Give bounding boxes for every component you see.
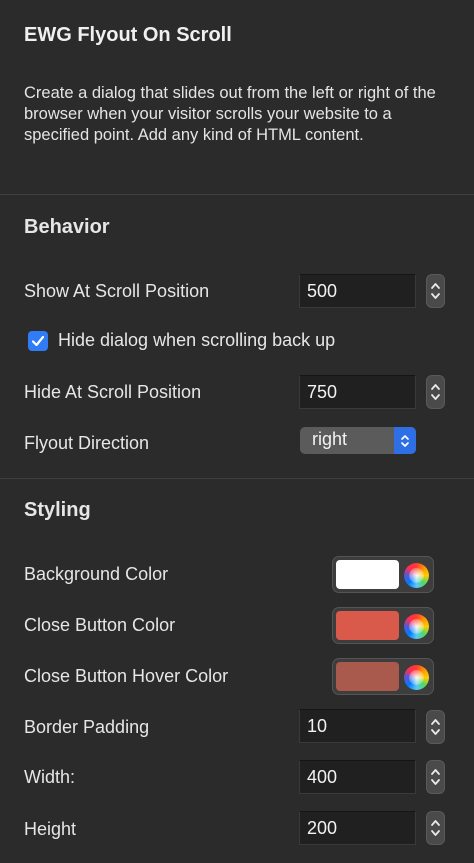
close-button-hover-color-label: Close Button Hover Color	[24, 666, 229, 686]
flyout-direction-value: right	[312, 429, 348, 449]
height-label: Height	[24, 819, 77, 839]
divider	[0, 194, 474, 195]
hide-at-scroll-label: Hide At Scroll Position	[24, 382, 202, 402]
border-padding-stepper[interactable]	[426, 710, 445, 744]
flyout-direction-label: Flyout Direction	[24, 433, 150, 453]
show-at-scroll-label: Show At Scroll Position	[24, 281, 210, 301]
hide-at-scroll-input[interactable]	[299, 375, 416, 409]
height-stepper[interactable]	[426, 811, 445, 845]
up-down-chevrons-icon	[431, 384, 440, 400]
checkmark-icon	[31, 335, 45, 347]
close-button-hover-color-well[interactable]	[332, 658, 434, 695]
flyout-direction-select[interactable]: right	[300, 427, 416, 454]
border-padding-label: Border Padding	[24, 717, 150, 737]
up-down-chevrons-icon	[431, 769, 440, 785]
close-button-color-well[interactable]	[332, 607, 434, 644]
section-title-behavior: Behavior	[24, 216, 110, 238]
show-at-scroll-stepper[interactable]	[426, 274, 445, 308]
color-wheel-icon[interactable]	[404, 614, 429, 639]
hide-on-scroll-back-checkbox[interactable]	[28, 331, 48, 351]
width-label: Width:	[24, 767, 76, 787]
close-button-hover-color-swatch[interactable]	[336, 662, 399, 691]
border-padding-input[interactable]	[299, 709, 416, 743]
width-input[interactable]	[299, 760, 416, 794]
hide-at-scroll-stepper[interactable]	[426, 375, 445, 409]
background-color-swatch[interactable]	[336, 560, 399, 589]
close-button-color-label: Close Button Color	[24, 615, 176, 635]
section-title-styling: Styling	[24, 499, 91, 521]
up-down-chevrons-icon	[431, 719, 440, 735]
color-wheel-icon[interactable]	[404, 665, 429, 690]
panel-title: EWG Flyout On Scroll	[24, 24, 232, 46]
height-input[interactable]	[299, 811, 416, 845]
panel-description: Create a dialog that slides out from the…	[24, 84, 436, 144]
up-down-chevrons-icon	[431, 283, 440, 299]
divider	[0, 478, 474, 479]
show-at-scroll-input[interactable]	[299, 274, 416, 308]
select-chevrons-icon	[394, 427, 416, 454]
close-button-color-swatch[interactable]	[336, 611, 399, 640]
background-color-well[interactable]	[332, 556, 434, 593]
width-stepper[interactable]	[426, 760, 445, 794]
color-wheel-icon[interactable]	[404, 563, 429, 588]
hide-on-scroll-back-label[interactable]: Hide dialog when scrolling back up	[58, 330, 335, 351]
background-color-label: Background Color	[24, 564, 169, 584]
up-down-chevrons-icon	[431, 820, 440, 836]
